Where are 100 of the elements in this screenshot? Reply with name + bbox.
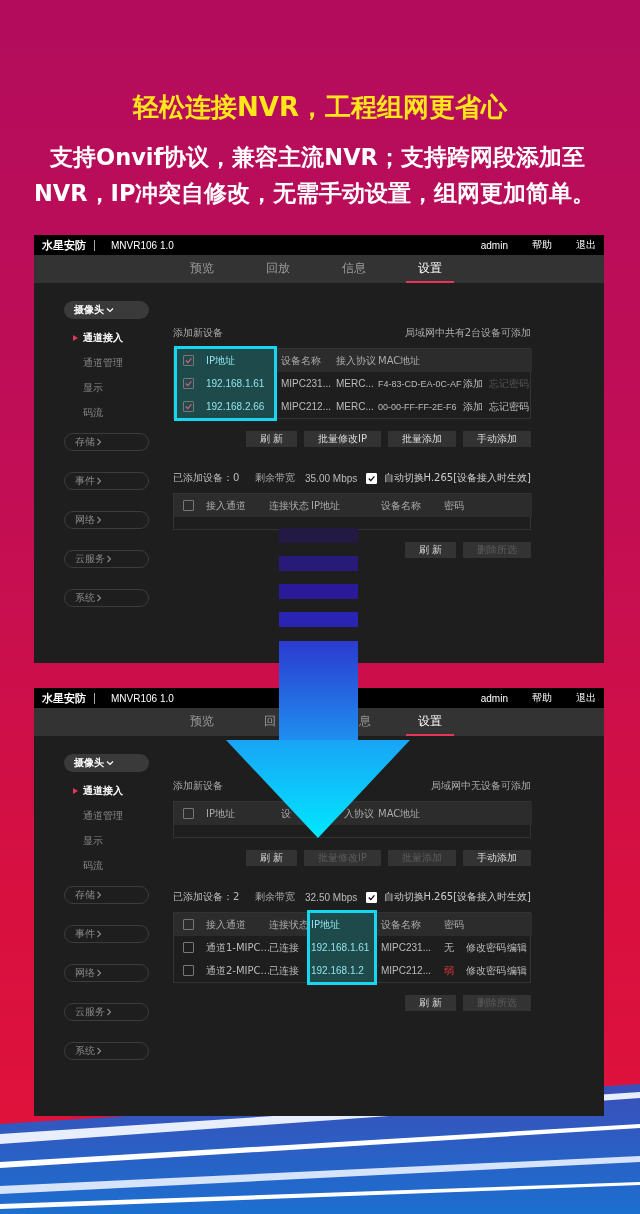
table-cell: 192.168.1.61 bbox=[311, 942, 370, 953]
brand-logo: 水星安防 bbox=[42, 692, 95, 704]
action-link[interactable]: 修改密码 bbox=[466, 963, 506, 978]
checkbox-label: 自动切换H.265[设备接入时生效] bbox=[383, 890, 531, 904]
model-label: MNVR106 1.0 bbox=[111, 239, 175, 251]
checkbox[interactable] bbox=[182, 919, 194, 930]
toolbar-button[interactable]: 刷 新 bbox=[245, 431, 297, 447]
table-cell: 00-00-FF-FF-2E-F6 bbox=[378, 401, 457, 412]
table-cell: MIPC212... bbox=[281, 401, 332, 412]
user-name: admin bbox=[480, 692, 508, 704]
toolbar-button[interactable]: 批量添加 bbox=[388, 431, 456, 447]
chevron-right-icon bbox=[96, 1047, 102, 1055]
column-header: 设 bbox=[281, 806, 291, 821]
help-link[interactable]: 帮助 bbox=[532, 691, 552, 705]
device-note: 局域网中共有2台设备可添加 bbox=[404, 326, 531, 340]
table-cell: 192.168.1.2 bbox=[311, 965, 364, 976]
chevron-down-icon bbox=[106, 760, 114, 766]
table-cell: 通道2-MIPC... bbox=[206, 963, 271, 978]
table-cell: 已连接 bbox=[269, 963, 299, 978]
model-label: MNVR106 1.0 bbox=[111, 692, 175, 704]
brand-logo: 水星安防 bbox=[42, 239, 95, 251]
tab[interactable]: 预览 bbox=[190, 708, 214, 736]
section-title: 添加新设备 bbox=[173, 326, 223, 340]
checkbox[interactable] bbox=[182, 808, 194, 819]
action-link[interactable]: 编辑 bbox=[507, 940, 527, 955]
table-cell: F4-83-CD-EA-0C-AF bbox=[378, 378, 462, 389]
checkbox[interactable] bbox=[182, 355, 194, 366]
sidebar-item[interactable]: 通道接入 bbox=[73, 332, 123, 344]
column-header: 设备名称 bbox=[281, 353, 321, 368]
table-cell: 通道1-MIPC... bbox=[206, 940, 271, 955]
sidebar-item[interactable]: 码流 bbox=[73, 860, 123, 872]
column-header: 设备名称 bbox=[381, 498, 421, 513]
user-name: admin bbox=[480, 239, 508, 251]
column-header: IP地址 bbox=[206, 806, 235, 821]
headline: 轻松连接NVR，工程组网更省心 bbox=[133, 91, 507, 124]
logout-link[interactable]: 退出 bbox=[576, 691, 596, 705]
device-count: 已添加设备：2 bbox=[173, 890, 241, 904]
checkbox[interactable] bbox=[182, 500, 194, 511]
tab[interactable]: 回 bbox=[264, 708, 276, 736]
bandwidth-label: 剩余带宽 bbox=[255, 890, 295, 904]
sidebar-item[interactable]: 通道管理 bbox=[73, 357, 123, 369]
table-cell: MIPC212... bbox=[381, 965, 432, 976]
tab[interactable]: 信息 bbox=[342, 255, 366, 283]
chevron-right-icon bbox=[106, 555, 112, 563]
column-header: MAC地址 bbox=[378, 353, 421, 368]
chevron-right-icon bbox=[96, 891, 102, 899]
chevron-right-icon bbox=[96, 969, 102, 977]
tab[interactable]: 设置 bbox=[406, 255, 454, 283]
table-cell: 已连接 bbox=[269, 940, 299, 955]
category-dropdown[interactable]: 摄像头 bbox=[64, 754, 149, 772]
chevron-right-icon bbox=[96, 477, 102, 485]
checkbox[interactable] bbox=[182, 965, 194, 976]
logout-link[interactable]: 退出 bbox=[576, 238, 596, 252]
column-header: 入协议 bbox=[344, 806, 374, 821]
column-header: 接入通道 bbox=[206, 917, 246, 932]
column-header: 接入协议 bbox=[336, 353, 376, 368]
section-title: 添加新设备 bbox=[173, 779, 223, 793]
device-note: 局域网中无设备可添加 bbox=[431, 779, 531, 793]
table-cell: 无 bbox=[444, 940, 454, 955]
tab[interactable]: 预览 bbox=[190, 255, 214, 283]
column-header: IP地址 bbox=[311, 917, 340, 932]
column-header: IP地址 bbox=[206, 353, 235, 368]
table-cell: MERC... bbox=[336, 378, 374, 389]
sidebar-item[interactable]: 码流 bbox=[73, 407, 123, 419]
table-cell: 192.168.2.66 bbox=[206, 401, 265, 412]
table-cell: MIPC231... bbox=[281, 378, 332, 389]
toolbar-button[interactable]: 刷 新 bbox=[404, 542, 456, 558]
action-link[interactable]: 添加 bbox=[463, 399, 483, 414]
checkbox[interactable] bbox=[182, 378, 194, 389]
table-cell: MIPC231... bbox=[381, 942, 432, 953]
category-dropdown[interactable]: 摄像头 bbox=[64, 301, 149, 319]
toolbar-button[interactable]: 手动添加 bbox=[463, 850, 531, 866]
column-header: MAC地址 bbox=[378, 806, 421, 821]
action-link[interactable]: 修改密码 bbox=[466, 940, 506, 955]
toolbar-button[interactable]: 刷 新 bbox=[404, 995, 456, 1011]
bandwidth-value: 32.50 Mbps bbox=[305, 891, 359, 903]
column-header: 接入通道 bbox=[206, 498, 246, 513]
toolbar-button[interactable]: 手动添加 bbox=[463, 431, 531, 447]
action-link[interactable]: 忘记密码 bbox=[489, 399, 529, 414]
tab[interactable]: 息 bbox=[359, 708, 371, 736]
chevron-right-icon bbox=[96, 594, 102, 602]
sidebar-item[interactable]: 显示 bbox=[73, 835, 123, 847]
chevron-right-icon bbox=[96, 438, 102, 446]
action-link[interactable]: 添加 bbox=[463, 376, 483, 391]
action-link[interactable]: 编辑 bbox=[507, 963, 527, 978]
sidebar-item[interactable]: 通道管理 bbox=[73, 810, 123, 822]
checkbox[interactable] bbox=[182, 401, 194, 412]
tab[interactable]: 设置 bbox=[406, 708, 454, 736]
sidebar-item[interactable]: 通道接入 bbox=[73, 785, 123, 797]
toolbar-button[interactable]: 批量修改IP bbox=[304, 431, 381, 447]
device-count: 已添加设备：0 bbox=[173, 471, 241, 485]
toolbar-button[interactable]: 刷 新 bbox=[245, 850, 297, 866]
sidebar-item[interactable]: 显示 bbox=[73, 382, 123, 394]
checkbox[interactable] bbox=[182, 942, 194, 953]
chevron-right-icon bbox=[106, 1008, 112, 1016]
chevron-right-icon bbox=[96, 516, 102, 524]
checkbox-label: 自动切换H.265[设备接入时生效] bbox=[383, 471, 531, 485]
tab[interactable]: 回放 bbox=[266, 255, 290, 283]
table-cell: MERC... bbox=[336, 401, 374, 412]
help-link[interactable]: 帮助 bbox=[532, 238, 552, 252]
